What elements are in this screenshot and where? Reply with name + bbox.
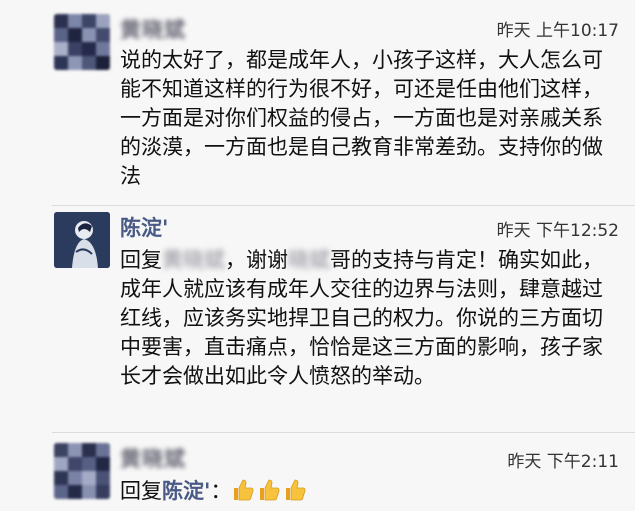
author-name[interactable]: 黄晓斌 <box>120 14 186 44</box>
reply-prefix: 回复 <box>120 479 162 503</box>
emoji-group <box>231 479 309 503</box>
masked-text: 晓斌 <box>288 248 330 272</box>
thumbs-up-icon <box>260 479 280 501</box>
comment-item[interactable]: 陈淀' 昨天 下午12:52 回复黄晓斌，谢谢晓斌哥的支持与肯定！确实如此，成年… <box>0 206 635 432</box>
author-name[interactable]: 陈淀' <box>120 212 168 242</box>
avatar[interactable] <box>54 443 110 499</box>
timestamp: 昨天 下午12:52 <box>496 221 619 241</box>
comment-item[interactable]: 黄晓斌 昨天 上午10:17 说的太好了，都是成年人，小孩子这样，大人怎么可能不… <box>0 0 635 205</box>
reply-prefix: 回复 <box>120 248 162 272</box>
comment-text: 回复黄晓斌，谢谢晓斌哥的支持与肯定！确实如此，成年人就应该有成年人交往的边界与法… <box>120 248 603 388</box>
thumbs-up-icon <box>286 479 306 501</box>
avatar[interactable] <box>54 14 110 70</box>
timestamp: 昨天 下午2:11 <box>507 452 619 472</box>
author-name[interactable]: 黄晓斌 <box>120 443 186 473</box>
avatar[interactable] <box>54 212 110 268</box>
reply-target-name[interactable]: 陈淀' <box>162 479 210 503</box>
timestamp: 昨天 上午10:17 <box>496 21 619 41</box>
comment-text: 回复陈淀'： <box>120 477 620 506</box>
reply-target-name[interactable]: 黄晓斌 <box>162 248 225 272</box>
comment-text: 说的太好了，都是成年人，小孩子这样，大人怎么可能不知道这样的行为很不好，可还是任… <box>120 48 603 188</box>
thumbs-up-icon <box>234 479 254 501</box>
comment-item[interactable]: 黄晓斌 昨天 下午2:11 回复陈淀'： <box>0 433 635 511</box>
figure-illustration-icon <box>54 212 110 268</box>
